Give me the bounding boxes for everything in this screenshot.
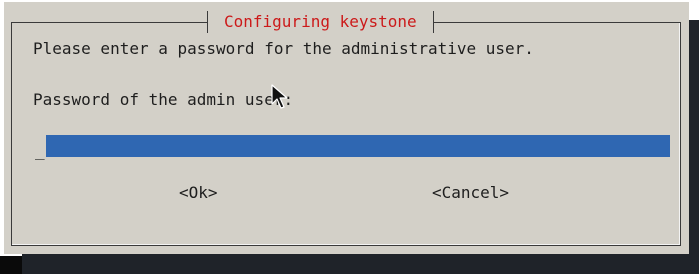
password-dialog: Configuring keystone Please enter a pass…	[4, 2, 689, 254]
dialog-shadow-bottom	[22, 254, 699, 274]
cancel-button[interactable]: <Cancel>	[432, 183, 509, 203]
ok-button[interactable]: <Ok>	[179, 183, 218, 203]
terminal-screen: Configuring keystone Please enter a pass…	[0, 0, 699, 274]
dialog-shadow-right	[688, 20, 699, 274]
dialog-prompt: Please enter a password for the administ…	[33, 39, 534, 58]
password-field-label: Password of the admin user:	[33, 90, 294, 109]
password-input[interactable]	[46, 135, 670, 157]
text-cursor: _	[35, 141, 45, 160]
dialog-title: Configuring keystone	[207, 11, 434, 33]
